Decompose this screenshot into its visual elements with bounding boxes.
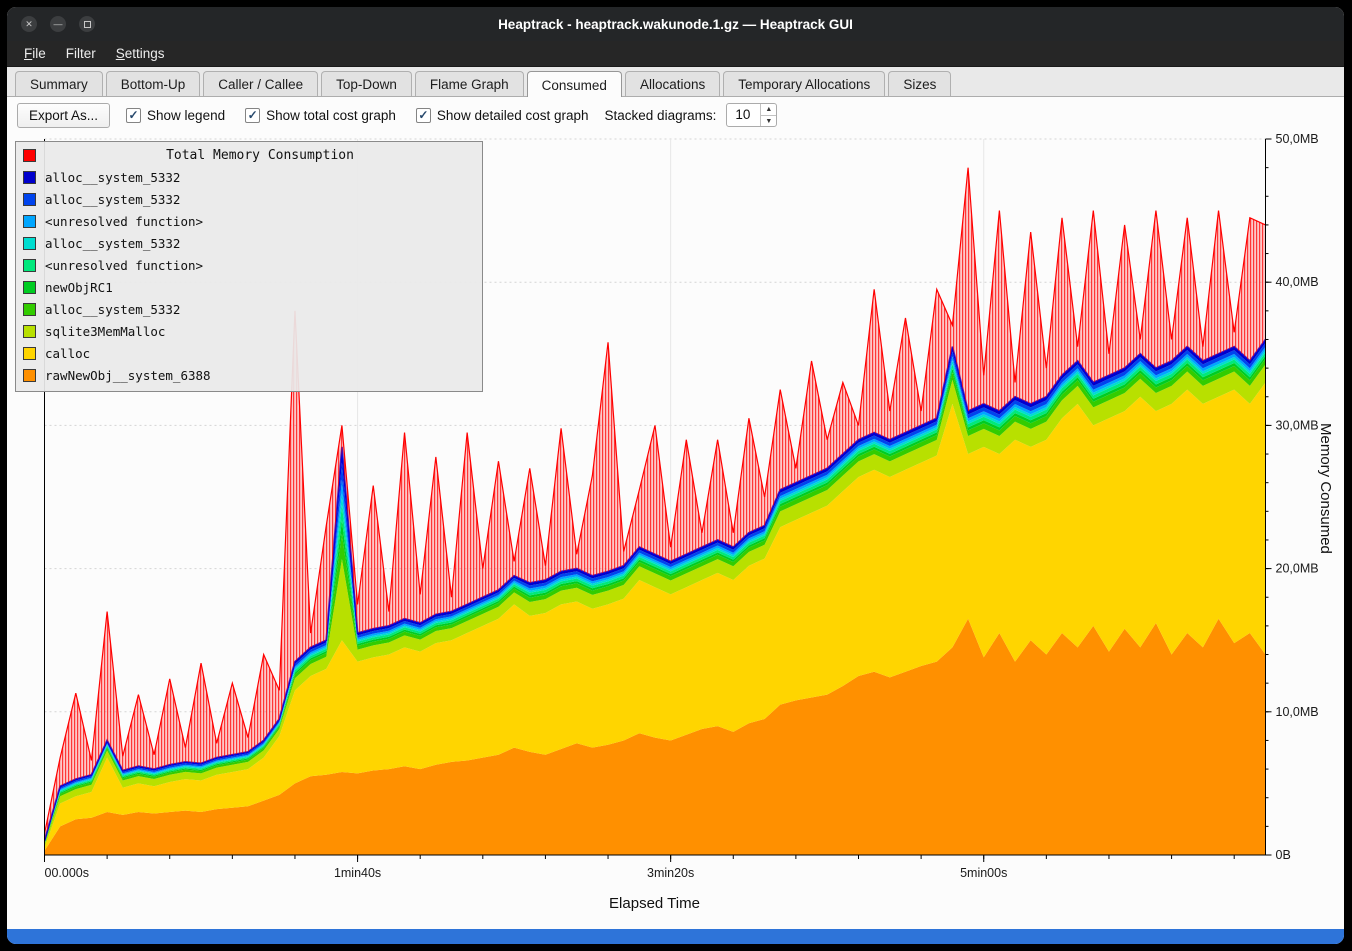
maximize-button[interactable] (79, 16, 95, 32)
bottom-accent-strip (7, 929, 1344, 944)
titlebar: ✕ — Heaptrack - heaptrack.wakunode.1.gz … (7, 7, 1344, 41)
tab-bottom-up[interactable]: Bottom-Up (106, 71, 201, 96)
legend-item-label: calloc (45, 346, 90, 361)
legend-swatch (23, 325, 36, 338)
legend-item: <unresolved function> (23, 254, 475, 276)
legend-item: calloc (23, 342, 475, 364)
legend-item: sqlite3MemMalloc (23, 320, 475, 342)
svg-text:3min20s: 3min20s (647, 866, 694, 880)
spinbox-value: 10 (727, 104, 760, 126)
tab-bar: SummaryBottom-UpCaller / CalleeTop-DownF… (7, 67, 1344, 97)
tab-caller-callee[interactable]: Caller / Callee (203, 71, 318, 96)
tab-flame-graph[interactable]: Flame Graph (415, 71, 524, 96)
legend-item: <unresolved function> (23, 210, 475, 232)
checkbox-group: ✓ Show legend ✓ Show total cost graph ✓ Show … (126, 108, 589, 123)
legend-item: alloc__system_5332 (23, 232, 475, 254)
maximize-icon (84, 21, 91, 28)
legend-item-label: alloc__system_5332 (45, 170, 180, 185)
menu-filter[interactable]: Filter (57, 43, 105, 64)
legend-swatch (23, 149, 36, 162)
svg-text:50,0MB: 50,0MB (1276, 133, 1319, 146)
legend-item-label: rawNewObj__system_6388 (45, 368, 211, 383)
svg-text:1min40s: 1min40s (334, 866, 381, 880)
spinbox-steppers: ▲▼ (760, 104, 776, 126)
checkbox-label: Show total cost graph (266, 108, 396, 123)
legend-swatch (23, 303, 36, 316)
legend-item-label: newObjRC1 (45, 280, 113, 295)
legend-item-label: <unresolved function> (45, 214, 203, 229)
menubar: FileFilterSettings (7, 41, 1344, 67)
tab-consumed[interactable]: Consumed (527, 71, 622, 97)
heaptrack-window: ✕ — Heaptrack - heaptrack.wakunode.1.gz … (6, 6, 1345, 945)
legend-title: Total Memory Consumption (45, 148, 475, 163)
legend-swatch (23, 259, 36, 272)
legend-swatch (23, 347, 36, 360)
checkbox-show-total-cost-graph[interactable]: ✓ Show total cost graph (245, 108, 396, 123)
svg-text:20,0MB: 20,0MB (1276, 562, 1319, 576)
stacked-diagrams-label: Stacked diagrams: (605, 108, 717, 123)
window-title: Heaptrack - heaptrack.wakunode.1.gz — He… (7, 17, 1344, 32)
tab-temporary-allocations[interactable]: Temporary Allocations (723, 71, 885, 96)
minimize-icon: — (54, 19, 63, 29)
legend-swatch (23, 281, 36, 294)
legend-title-row: Total Memory Consumption (23, 144, 475, 166)
menu-settings[interactable]: Settings (107, 43, 174, 64)
chart-legend: Total Memory Consumption alloc__system_53… (15, 141, 483, 392)
y-axis-title: Memory Consumed (1317, 423, 1334, 554)
legend-swatch (23, 171, 36, 184)
svg-text:5min00s: 5min00s (960, 866, 1007, 880)
minimize-button[interactable]: — (50, 16, 66, 32)
checkbox-icon: ✓ (416, 108, 431, 123)
chart-region: 00.000s 1min40s 3min20s 5min00s 0B 10,0MB 20,0… (7, 133, 1344, 929)
toolbar: Export As... ✓ Show legend ✓ Show total cos… (7, 97, 1344, 133)
x-axis-title: Elapsed Time (44, 895, 1265, 912)
checkbox-show-detailed-cost-graph[interactable]: ✓ Show detailed cost graph (416, 108, 589, 123)
legend-item: alloc__system_5332 (23, 166, 475, 188)
legend-swatch (23, 193, 36, 206)
checkbox-icon: ✓ (245, 108, 260, 123)
svg-text:0B: 0B (1276, 848, 1291, 862)
legend-item: rawNewObj__system_6388 (23, 364, 475, 386)
checkbox-label: Show detailed cost graph (437, 108, 589, 123)
legend-swatch (23, 369, 36, 382)
svg-text:10,0MB: 10,0MB (1276, 705, 1319, 719)
svg-text:30,0MB: 30,0MB (1276, 418, 1319, 432)
checkbox-label: Show legend (147, 108, 225, 123)
close-button[interactable]: ✕ (21, 16, 37, 32)
tab-allocations[interactable]: Allocations (625, 71, 720, 96)
legend-item-label: sqlite3MemMalloc (45, 324, 165, 339)
spin-down-button[interactable]: ▼ (761, 116, 776, 127)
tab-top-down[interactable]: Top-Down (321, 71, 412, 96)
close-icon: ✕ (25, 19, 33, 30)
legend-swatch (23, 215, 36, 228)
window-controls: ✕ — (21, 7, 95, 41)
checkbox-show-legend[interactable]: ✓ Show legend (126, 108, 225, 123)
legend-item-label: alloc__system_5332 (45, 192, 180, 207)
tab-sizes[interactable]: Sizes (888, 71, 951, 96)
legend-item-label: alloc__system_5332 (45, 302, 180, 317)
svg-text:00.000s: 00.000s (45, 866, 89, 880)
menu-file[interactable]: File (15, 43, 55, 64)
tab-summary[interactable]: Summary (15, 71, 103, 96)
legend-item: alloc__system_5332 (23, 298, 475, 320)
checkbox-icon: ✓ (126, 108, 141, 123)
legend-item: alloc__system_5332 (23, 188, 475, 210)
legend-item-label: alloc__system_5332 (45, 236, 180, 251)
svg-text:40,0MB: 40,0MB (1276, 275, 1319, 289)
stacked-diagrams-spinbox[interactable]: 10 ▲▼ (726, 103, 777, 127)
legend-swatch (23, 237, 36, 250)
export-as-button[interactable]: Export As... (17, 103, 110, 128)
spin-up-button[interactable]: ▲ (761, 104, 776, 116)
legend-item: newObjRC1 (23, 276, 475, 298)
legend-item-label: <unresolved function> (45, 258, 203, 273)
